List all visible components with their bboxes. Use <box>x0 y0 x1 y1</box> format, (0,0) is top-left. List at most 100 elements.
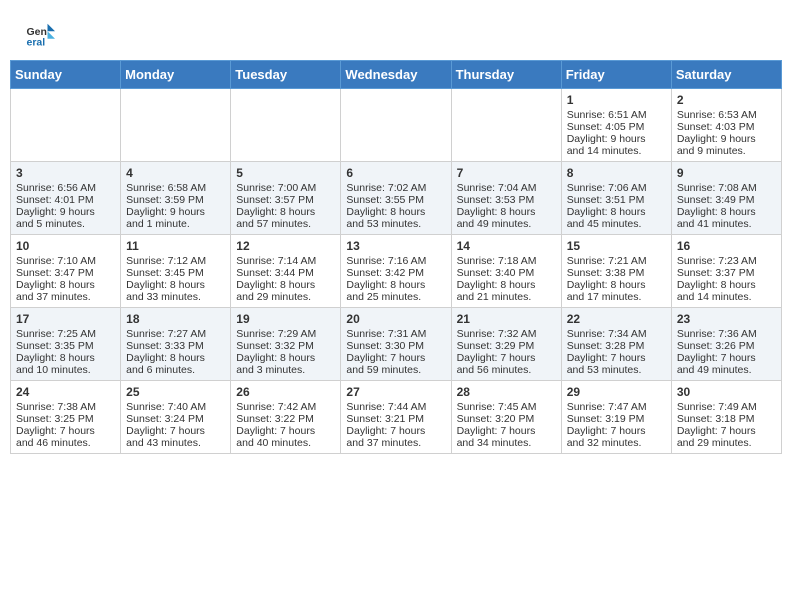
calendar-cell <box>231 89 341 162</box>
calendar-cell: 22Sunrise: 7:34 AMSunset: 3:28 PMDayligh… <box>561 308 671 381</box>
weekday-header-thursday: Thursday <box>451 61 561 89</box>
day-number: 22 <box>567 312 666 326</box>
calendar-cell: 10 Sunrise: 7:10 AMSunset: 3:47 PMDayligh… <box>11 235 121 308</box>
day-info: Daylight: 7 hours and 53 minutes. <box>567 352 666 376</box>
day-info: Sunset: 3:29 PM <box>457 340 556 352</box>
day-info: Daylight: 9 hours and 9 minutes. <box>677 133 776 157</box>
day-info: Sunrise: 6:58 AM <box>126 182 225 194</box>
day-number: 10 <box>16 239 115 253</box>
day-info: Daylight: 8 hours and 45 minutes. <box>567 206 666 230</box>
day-number: 23 <box>677 312 776 326</box>
calendar-cell: 25Sunrise: 7:40 AMSunset: 3:24 PMDayligh… <box>121 381 231 454</box>
calendar-week-row: 3Sunrise: 6:56 AMSunset: 4:01 PMDaylight… <box>11 162 782 235</box>
calendar-cell: 20Sunrise: 7:31 AMSunset: 3:30 PMDayligh… <box>341 308 451 381</box>
day-number: 1 <box>567 93 666 107</box>
calendar-cell: 17Sunrise: 7:25 AMSunset: 3:35 PMDayligh… <box>11 308 121 381</box>
day-info: Sunrise: 7:32 AM <box>457 328 556 340</box>
day-info: Daylight: 7 hours and 32 minutes. <box>567 425 666 449</box>
day-info: Sunset: 3:55 PM <box>346 194 445 206</box>
weekday-header-saturday: Saturday <box>671 61 781 89</box>
calendar-cell: 27Sunrise: 7:44 AMSunset: 3:21 PMDayligh… <box>341 381 451 454</box>
day-number: 14 <box>457 239 556 253</box>
day-info: Sunset: 3:49 PM <box>677 194 776 206</box>
day-number: 17 <box>16 312 115 326</box>
calendar-cell: 9Sunrise: 7:08 AMSunset: 3:49 PMDaylight… <box>671 162 781 235</box>
day-info: Sunrise: 7:47 AM <box>567 401 666 413</box>
header: Gen eral <box>10 10 782 55</box>
day-number: 5 <box>236 166 335 180</box>
day-info: Sunset: 3:59 PM <box>126 194 225 206</box>
day-info: Sunset: 3:25 PM <box>16 413 115 425</box>
day-info: Sunset: 3:32 PM <box>236 340 335 352</box>
day-info: Sunset: 3:28 PM <box>567 340 666 352</box>
day-info: Sunset: 4:03 PM <box>677 121 776 133</box>
day-info: Sunset: 3:40 PM <box>457 267 556 279</box>
weekday-header-monday: Monday <box>121 61 231 89</box>
day-number: 15 <box>567 239 666 253</box>
day-number: 27 <box>346 385 445 399</box>
day-info: Sunrise: 7:10 AM <box>16 255 115 267</box>
calendar-cell: 26Sunrise: 7:42 AMSunset: 3:22 PMDayligh… <box>231 381 341 454</box>
day-info: Sunrise: 7:16 AM <box>346 255 445 267</box>
calendar-cell: 11Sunrise: 7:12 AMSunset: 3:45 PMDayligh… <box>121 235 231 308</box>
day-info: Sunset: 3:51 PM <box>567 194 666 206</box>
day-number: 8 <box>567 166 666 180</box>
day-info: Daylight: 8 hours and 14 minutes. <box>677 279 776 303</box>
day-info: Sunset: 3:47 PM <box>16 267 115 279</box>
calendar-cell: 19Sunrise: 7:29 AMSunset: 3:32 PMDayligh… <box>231 308 341 381</box>
day-info: Daylight: 8 hours and 6 minutes. <box>126 352 225 376</box>
day-number: 21 <box>457 312 556 326</box>
day-info: Sunset: 3:22 PM <box>236 413 335 425</box>
day-info: Daylight: 8 hours and 29 minutes. <box>236 279 335 303</box>
day-info: Daylight: 8 hours and 3 minutes. <box>236 352 335 376</box>
calendar-cell: 23Sunrise: 7:36 AMSunset: 3:26 PMDayligh… <box>671 308 781 381</box>
day-info: Sunset: 3:33 PM <box>126 340 225 352</box>
calendar-cell: 21 Sunrise: 7:32 AMSunset: 3:29 PMDayligh… <box>451 308 561 381</box>
calendar-cell <box>451 89 561 162</box>
day-info: Daylight: 7 hours and 34 minutes. <box>457 425 556 449</box>
day-number: 16 <box>677 239 776 253</box>
day-info: Sunrise: 7:49 AM <box>677 401 776 413</box>
calendar-cell: 2Sunrise: 6:53 AMSunset: 4:03 PMDaylight… <box>671 89 781 162</box>
weekday-header-row: SundayMondayTuesdayWednesdayThursdayFrid… <box>11 61 782 89</box>
day-info: Sunset: 3:35 PM <box>16 340 115 352</box>
day-info: Sunrise: 7:06 AM <box>567 182 666 194</box>
day-number: 18 <box>126 312 225 326</box>
calendar-cell: 15Sunrise: 7:21 AMSunset: 3:38 PMDayligh… <box>561 235 671 308</box>
day-info: Sunrise: 7:12 AM <box>126 255 225 267</box>
day-number: 11 <box>126 239 225 253</box>
day-info: Daylight: 8 hours and 25 minutes. <box>346 279 445 303</box>
calendar-cell: 1Sunrise: 6:51 AMSunset: 4:05 PMDaylight… <box>561 89 671 162</box>
day-info: Sunset: 3:30 PM <box>346 340 445 352</box>
calendar-week-row: 24Sunrise: 7:38 AMSunset: 3:25 PMDayligh… <box>11 381 782 454</box>
day-info: Daylight: 7 hours and 56 minutes. <box>457 352 556 376</box>
logo-icon: Gen eral <box>25 20 55 50</box>
day-number: 26 <box>236 385 335 399</box>
calendar-cell: 4Sunrise: 6:58 AMSunset: 3:59 PMDaylight… <box>121 162 231 235</box>
day-number: 25 <box>126 385 225 399</box>
day-info: Sunset: 3:20 PM <box>457 413 556 425</box>
day-info: Daylight: 8 hours and 10 minutes. <box>16 352 115 376</box>
day-number: 4 <box>126 166 225 180</box>
day-info: Daylight: 7 hours and 59 minutes. <box>346 352 445 376</box>
day-info: Sunset: 4:01 PM <box>16 194 115 206</box>
weekday-header-wednesday: Wednesday <box>341 61 451 89</box>
day-info: Sunset: 3:21 PM <box>346 413 445 425</box>
day-info: Daylight: 8 hours and 37 minutes. <box>16 279 115 303</box>
svg-text:eral: eral <box>27 37 46 49</box>
day-number: 3 <box>16 166 115 180</box>
day-number: 30 <box>677 385 776 399</box>
calendar-cell: 16Sunrise: 7:23 AMSunset: 3:37 PMDayligh… <box>671 235 781 308</box>
day-info: Sunrise: 6:51 AM <box>567 109 666 121</box>
day-info: Sunset: 3:44 PM <box>236 267 335 279</box>
day-info: Sunset: 3:42 PM <box>346 267 445 279</box>
calendar-cell: 29Sunrise: 7:47 AMSunset: 3:19 PMDayligh… <box>561 381 671 454</box>
day-info: Daylight: 7 hours and 40 minutes. <box>236 425 335 449</box>
day-info: Sunrise: 7:36 AM <box>677 328 776 340</box>
calendar-cell: 5Sunrise: 7:00 AMSunset: 3:57 PMDaylight… <box>231 162 341 235</box>
day-number: 29 <box>567 385 666 399</box>
day-info: Daylight: 7 hours and 49 minutes. <box>677 352 776 376</box>
day-info: Sunset: 3:18 PM <box>677 413 776 425</box>
day-info: Sunrise: 7:02 AM <box>346 182 445 194</box>
calendar-cell: 3Sunrise: 6:56 AMSunset: 4:01 PMDaylight… <box>11 162 121 235</box>
